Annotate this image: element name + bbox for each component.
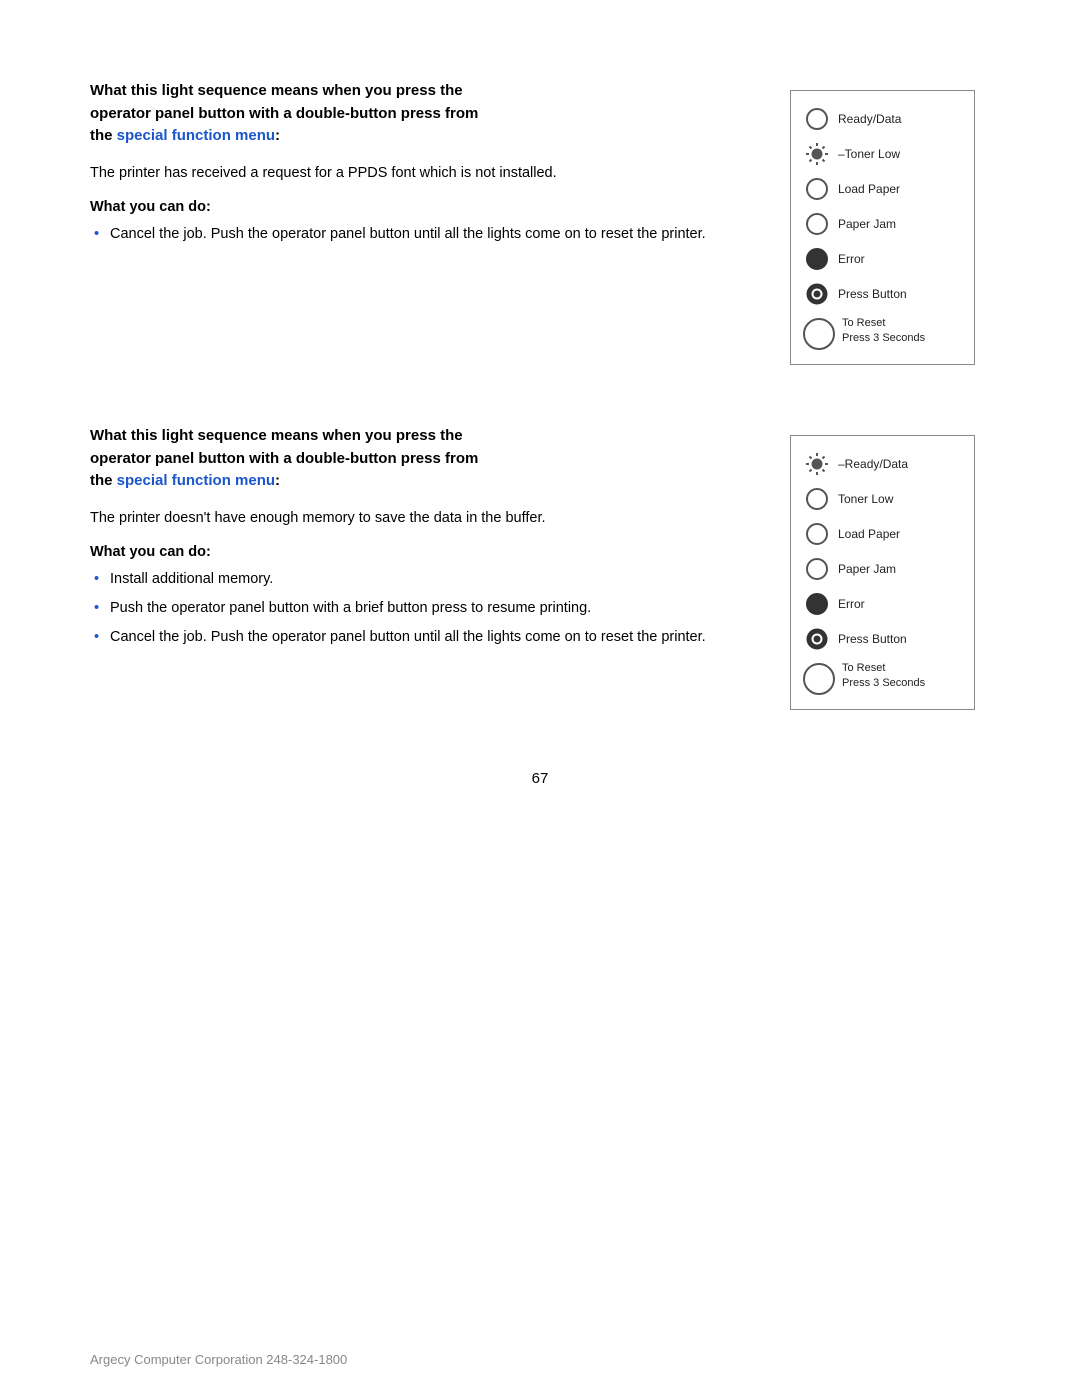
reset-label-2: To Reset Press 3 Seconds [842, 661, 925, 692]
section-1-description: The printer has received a request for a… [90, 162, 760, 185]
paper-jam-icon-1 [803, 210, 831, 238]
large-circle-icon-2 [803, 663, 835, 695]
section-1: What this light sequence means when you … [90, 80, 990, 365]
text-column-1: What this light sequence means when you … [90, 80, 760, 365]
indicator-load-paper-2: Load Paper [803, 520, 962, 548]
sun-blink-icon [804, 141, 830, 167]
bullet-item-2-0: Install additional memory. [90, 568, 760, 591]
section-2: What this light sequence means when you … [90, 425, 990, 710]
sun-blink-icon-2 [804, 451, 830, 477]
heading2-line3-suffix: : [275, 472, 280, 489]
indicator-ready-data-1: Ready/Data [803, 105, 962, 133]
toner-low-icon-1 [803, 140, 831, 168]
circle-filled-icon [806, 248, 828, 270]
reset-label-1: To Reset Press 3 Seconds [842, 316, 925, 347]
error-label-2: Error [838, 597, 865, 611]
load-paper-label-2: Load Paper [838, 527, 900, 541]
page-number: 67 [90, 770, 990, 787]
page-content: What this light sequence means when you … [0, 0, 1080, 867]
ready-data-blink-icon-2 [803, 450, 831, 478]
diagram-box-1: Ready/Data [790, 90, 975, 365]
section-1-heading: What this light sequence means when you … [90, 80, 760, 148]
load-paper-icon-2 [803, 520, 831, 548]
indicator-press-button-1: Press Button [803, 280, 962, 308]
load-paper-label-1: Load Paper [838, 182, 900, 196]
error-icon-2 [803, 590, 831, 618]
indicator-paper-jam-1: Paper Jam [803, 210, 962, 238]
heading-link-2[interactable]: special function menu [117, 472, 275, 489]
toner-low-icon-2 [803, 485, 831, 513]
reset-line1: To Reset [842, 317, 885, 329]
circle-empty-icon-2 [806, 178, 828, 200]
ready-data-icon-1 [803, 105, 831, 133]
section-2-what-you-can-do: What you can do: [90, 544, 760, 560]
reset-line1-2: To Reset [842, 662, 885, 674]
heading-line3-suffix: : [275, 127, 280, 144]
toner-low-label-2: Toner Low [838, 492, 893, 506]
reset-line2: Press 3 Seconds [842, 332, 925, 344]
section-1-what-you-can-do: What you can do: [90, 199, 760, 215]
circle-empty-icon-toner [806, 488, 828, 510]
circle-filled-icon-2 [806, 593, 828, 615]
ready-data-label-1: Ready/Data [838, 112, 901, 126]
large-circle-icon [803, 318, 835, 350]
indicator-toner-low-1: –Toner Low [803, 140, 962, 168]
indicator-press-button-2: Press Button [803, 625, 962, 653]
toner-low-label-1: –Toner Low [838, 147, 900, 161]
indicator-load-paper-1: Load Paper [803, 175, 962, 203]
indicator-paper-jam-2: Paper Jam [803, 555, 962, 583]
diagram-col-2: –Ready/Data Toner Low Load Paper [790, 425, 990, 710]
circle-empty-icon-3 [806, 213, 828, 235]
footer: Argecy Computer Corporation 248-324-1800 [90, 1352, 347, 1367]
circle-empty-icon [806, 108, 828, 130]
reset-row-2: To Reset Press 3 Seconds [803, 661, 962, 695]
ready-data-label-2: –Ready/Data [838, 457, 908, 471]
heading-line3-prefix: the [90, 127, 117, 144]
heading2-line2: operator panel button with a double-butt… [90, 450, 478, 467]
indicator-error-1: Error [803, 245, 962, 273]
section-2-heading: What this light sequence means when you … [90, 425, 760, 493]
section-1-bullets: Cancel the job. Push the operator panel … [90, 223, 760, 246]
indicator-error-2: Error [803, 590, 962, 618]
filled-ring-icon-1 [805, 282, 829, 306]
text-column-2: What this light sequence means when you … [90, 425, 760, 710]
heading2-line3-prefix: the [90, 472, 117, 489]
reset-circle-icon-2 [803, 663, 835, 695]
reset-line2-2: Press 3 Seconds [842, 677, 925, 689]
indicator-toner-low-2: Toner Low [803, 485, 962, 513]
heading2-line1: What this light sequence means when you … [90, 427, 463, 444]
paper-jam-label-2: Paper Jam [838, 562, 896, 576]
press-button-icon-2 [803, 625, 831, 653]
reset-circle-icon-1 [803, 318, 835, 350]
section-2-description: The printer doesn't have enough memory t… [90, 507, 760, 530]
heading-line1: What this light sequence means when you … [90, 82, 463, 99]
press-button-label-1: Press Button [838, 287, 907, 301]
load-paper-icon-1 [803, 175, 831, 203]
press-button-icon-1 [803, 280, 831, 308]
circle-empty-icon-jam [806, 558, 828, 580]
circle-empty-icon-load [806, 523, 828, 545]
bullet-item-2-1: Push the operator panel button with a br… [90, 597, 760, 620]
bullet-item-2-2: Cancel the job. Push the operator panel … [90, 626, 760, 649]
indicator-ready-data-2: –Ready/Data [803, 450, 962, 478]
paper-jam-icon-2 [803, 555, 831, 583]
diagram-box-2: –Ready/Data Toner Low Load Paper [790, 435, 975, 710]
heading-link-1[interactable]: special function menu [117, 127, 275, 144]
section-2-bullets: Install additional memory. Push the oper… [90, 568, 760, 650]
error-icon-1 [803, 245, 831, 273]
reset-row-1: To Reset Press 3 Seconds [803, 316, 962, 350]
filled-ring-icon-2 [805, 627, 829, 651]
press-button-label-2: Press Button [838, 632, 907, 646]
error-label-1: Error [838, 252, 865, 266]
paper-jam-label-1: Paper Jam [838, 217, 896, 231]
bullet-item: Cancel the job. Push the operator panel … [90, 223, 760, 246]
diagram-col-1: Ready/Data [790, 80, 990, 365]
heading-line2: operator panel button with a double-butt… [90, 105, 478, 122]
